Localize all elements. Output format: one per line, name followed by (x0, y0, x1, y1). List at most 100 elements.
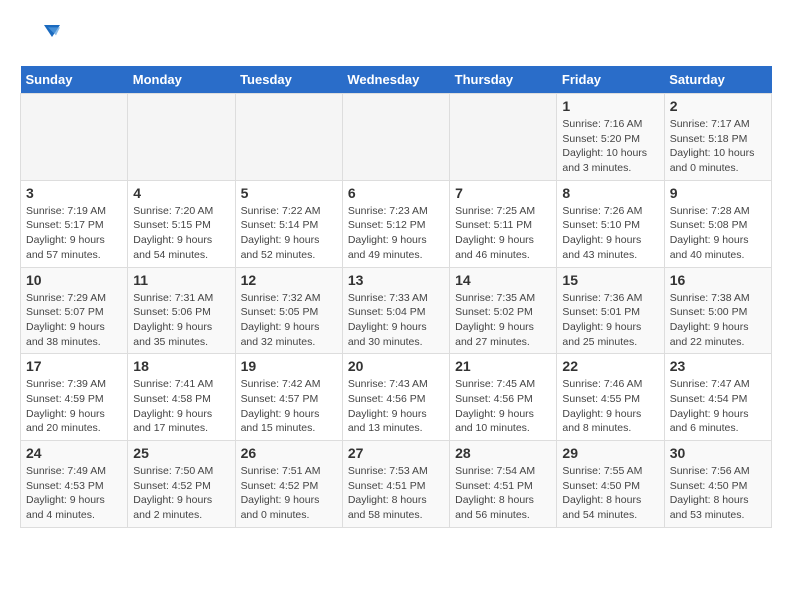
day-number: 25 (133, 445, 229, 461)
weekday-header-monday: Monday (128, 66, 235, 94)
day-info: Sunrise: 7:47 AM Sunset: 4:54 PM Dayligh… (670, 377, 766, 436)
day-info: Sunrise: 7:33 AM Sunset: 5:04 PM Dayligh… (348, 291, 444, 350)
weekday-header-sunday: Sunday (21, 66, 128, 94)
day-number: 17 (26, 358, 122, 374)
calendar-cell: 17 Sunrise: 7:39 AM Sunset: 4:59 PM Dayli… (21, 354, 128, 441)
day-number: 8 (562, 185, 658, 201)
day-number: 10 (26, 272, 122, 288)
day-number: 27 (348, 445, 444, 461)
calendar-cell: 16 Sunrise: 7:38 AM Sunset: 5:00 PM Dayli… (664, 267, 771, 354)
calendar-cell (450, 94, 557, 181)
day-info: Sunrise: 7:55 AM Sunset: 4:50 PM Dayligh… (562, 464, 658, 523)
day-number: 30 (670, 445, 766, 461)
day-number: 4 (133, 185, 229, 201)
calendar-cell: 9 Sunrise: 7:28 AM Sunset: 5:08 PM Daylig… (664, 180, 771, 267)
calendar-cell: 11 Sunrise: 7:31 AM Sunset: 5:06 PM Dayli… (128, 267, 235, 354)
calendar-cell: 26 Sunrise: 7:51 AM Sunset: 4:52 PM Dayli… (235, 441, 342, 528)
calendar-cell (128, 94, 235, 181)
day-number: 24 (26, 445, 122, 461)
day-info: Sunrise: 7:16 AM Sunset: 5:20 PM Dayligh… (562, 117, 658, 176)
day-info: Sunrise: 7:22 AM Sunset: 5:14 PM Dayligh… (241, 204, 337, 263)
day-number: 9 (670, 185, 766, 201)
day-info: Sunrise: 7:54 AM Sunset: 4:51 PM Dayligh… (455, 464, 551, 523)
calendar-week-row: 1 Sunrise: 7:16 AM Sunset: 5:20 PM Daylig… (21, 94, 772, 181)
page-header (20, 20, 772, 50)
calendar-cell: 14 Sunrise: 7:35 AM Sunset: 5:02 PM Dayli… (450, 267, 557, 354)
calendar-cell: 15 Sunrise: 7:36 AM Sunset: 5:01 PM Dayli… (557, 267, 664, 354)
day-number: 20 (348, 358, 444, 374)
day-number: 26 (241, 445, 337, 461)
calendar-cell: 1 Sunrise: 7:16 AM Sunset: 5:20 PM Daylig… (557, 94, 664, 181)
calendar-cell: 4 Sunrise: 7:20 AM Sunset: 5:15 PM Daylig… (128, 180, 235, 267)
weekday-header-friday: Friday (557, 66, 664, 94)
day-number: 29 (562, 445, 658, 461)
day-info: Sunrise: 7:39 AM Sunset: 4:59 PM Dayligh… (26, 377, 122, 436)
day-info: Sunrise: 7:50 AM Sunset: 4:52 PM Dayligh… (133, 464, 229, 523)
calendar-week-row: 3 Sunrise: 7:19 AM Sunset: 5:17 PM Daylig… (21, 180, 772, 267)
calendar-cell: 20Sunrise: 7:43 AM Sunset: 4:56 PM Dayli… (342, 354, 449, 441)
calendar-cell: 23Sunrise: 7:47 AM Sunset: 4:54 PM Dayli… (664, 354, 771, 441)
day-number: 21 (455, 358, 551, 374)
day-info: Sunrise: 7:17 AM Sunset: 5:18 PM Dayligh… (670, 117, 766, 176)
calendar-cell: 3 Sunrise: 7:19 AM Sunset: 5:17 PM Daylig… (21, 180, 128, 267)
weekday-header-wednesday: Wednesday (342, 66, 449, 94)
calendar-cell: 28 Sunrise: 7:54 AM Sunset: 4:51 PM Dayli… (450, 441, 557, 528)
day-number: 14 (455, 272, 551, 288)
day-number: 7 (455, 185, 551, 201)
day-info: Sunrise: 7:32 AM Sunset: 5:05 PM Dayligh… (241, 291, 337, 350)
day-info: Sunrise: 7:49 AM Sunset: 4:53 PM Dayligh… (26, 464, 122, 523)
day-info: Sunrise: 7:45 AM Sunset: 4:56 PM Dayligh… (455, 377, 551, 436)
day-info: Sunrise: 7:41 AM Sunset: 4:58 PM Dayligh… (133, 377, 229, 436)
day-info: Sunrise: 7:35 AM Sunset: 5:02 PM Dayligh… (455, 291, 551, 350)
day-info: Sunrise: 7:51 AM Sunset: 4:52 PM Dayligh… (241, 464, 337, 523)
day-info: Sunrise: 7:20 AM Sunset: 5:15 PM Dayligh… (133, 204, 229, 263)
day-info: Sunrise: 7:42 AM Sunset: 4:57 PM Dayligh… (241, 377, 337, 436)
day-info: Sunrise: 7:25 AM Sunset: 5:11 PM Dayligh… (455, 204, 551, 263)
calendar-cell: 8 Sunrise: 7:26 AM Sunset: 5:10 PM Daylig… (557, 180, 664, 267)
logo (20, 20, 62, 50)
day-info: Sunrise: 7:36 AM Sunset: 5:01 PM Dayligh… (562, 291, 658, 350)
calendar-table: SundayMondayTuesdayWednesdayThursdayFrid… (20, 66, 772, 528)
calendar-cell: 7 Sunrise: 7:25 AM Sunset: 5:11 PM Daylig… (450, 180, 557, 267)
calendar-cell: 6 Sunrise: 7:23 AM Sunset: 5:12 PM Daylig… (342, 180, 449, 267)
day-number: 2 (670, 98, 766, 114)
calendar-cell: 10 Sunrise: 7:29 AM Sunset: 5:07 PM Dayli… (21, 267, 128, 354)
day-info: Sunrise: 7:29 AM Sunset: 5:07 PM Dayligh… (26, 291, 122, 350)
day-number: 3 (26, 185, 122, 201)
calendar-cell: 27Sunrise: 7:53 AM Sunset: 4:51 PM Dayli… (342, 441, 449, 528)
logo-icon (20, 20, 60, 50)
calendar-cell: 21 Sunrise: 7:45 AM Sunset: 4:56 PM Dayli… (450, 354, 557, 441)
calendar-cell: 25 Sunrise: 7:50 AM Sunset: 4:52 PM Dayli… (128, 441, 235, 528)
day-number: 1 (562, 98, 658, 114)
calendar-cell: 2 Sunrise: 7:17 AM Sunset: 5:18 PM Daylig… (664, 94, 771, 181)
day-number: 18 (133, 358, 229, 374)
calendar-cell: 22Sunrise: 7:46 AM Sunset: 4:55 PM Dayli… (557, 354, 664, 441)
calendar-cell: 24 Sunrise: 7:49 AM Sunset: 4:53 PM Dayli… (21, 441, 128, 528)
day-info: Sunrise: 7:26 AM Sunset: 5:10 PM Dayligh… (562, 204, 658, 263)
calendar-week-row: 10 Sunrise: 7:29 AM Sunset: 5:07 PM Dayli… (21, 267, 772, 354)
day-number: 15 (562, 272, 658, 288)
day-info: Sunrise: 7:28 AM Sunset: 5:08 PM Dayligh… (670, 204, 766, 263)
day-number: 6 (348, 185, 444, 201)
calendar-cell (235, 94, 342, 181)
day-number: 28 (455, 445, 551, 461)
calendar-cell (21, 94, 128, 181)
calendar-cell: 30 Sunrise: 7:56 AM Sunset: 4:50 PM Dayli… (664, 441, 771, 528)
day-info: Sunrise: 7:19 AM Sunset: 5:17 PM Dayligh… (26, 204, 122, 263)
day-number: 16 (670, 272, 766, 288)
weekday-header-row: SundayMondayTuesdayWednesdayThursdayFrid… (21, 66, 772, 94)
day-info: Sunrise: 7:38 AM Sunset: 5:00 PM Dayligh… (670, 291, 766, 350)
day-number: 11 (133, 272, 229, 288)
calendar-cell: 12 Sunrise: 7:32 AM Sunset: 5:05 PM Dayli… (235, 267, 342, 354)
weekday-header-tuesday: Tuesday (235, 66, 342, 94)
calendar-cell: 5Sunrise: 7:22 AM Sunset: 5:14 PM Daylig… (235, 180, 342, 267)
calendar-week-row: 24 Sunrise: 7:49 AM Sunset: 4:53 PM Dayli… (21, 441, 772, 528)
weekday-header-saturday: Saturday (664, 66, 771, 94)
day-number: 12 (241, 272, 337, 288)
day-info: Sunrise: 7:31 AM Sunset: 5:06 PM Dayligh… (133, 291, 229, 350)
calendar-week-row: 17 Sunrise: 7:39 AM Sunset: 4:59 PM Dayli… (21, 354, 772, 441)
day-info: Sunrise: 7:56 AM Sunset: 4:50 PM Dayligh… (670, 464, 766, 523)
day-info: Sunrise: 7:46 AM Sunset: 4:55 PM Dayligh… (562, 377, 658, 436)
calendar-cell: 29 Sunrise: 7:55 AM Sunset: 4:50 PM Dayli… (557, 441, 664, 528)
day-info: Sunrise: 7:23 AM Sunset: 5:12 PM Dayligh… (348, 204, 444, 263)
